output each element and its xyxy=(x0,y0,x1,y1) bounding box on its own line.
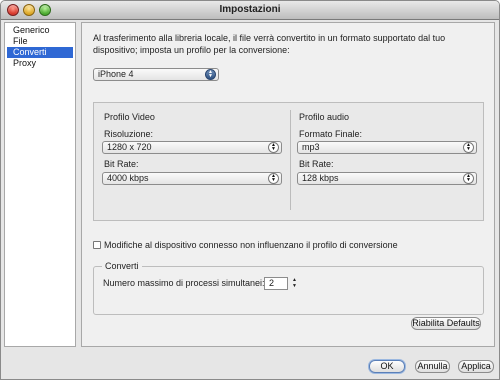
preferences-window: Impostazioni Generico File Converti Prox… xyxy=(0,0,500,380)
select-arrows-icon: ▲ ▼ xyxy=(268,142,279,153)
select-arrows-icon: ▲ ▼ xyxy=(205,69,216,80)
settings-panel: Al trasferimento alla libreria locale, i… xyxy=(81,22,495,347)
audio-profile-heading: Profilo audio xyxy=(299,112,350,122)
sidebar-item-file[interactable]: File xyxy=(7,36,73,47)
device-changes-checkbox[interactable] xyxy=(93,241,101,249)
device-changes-checkbox-label[interactable]: Modifiche al dispositivo connesso non in… xyxy=(104,240,398,250)
sidebar-item-converti[interactable]: Converti xyxy=(7,47,73,58)
sidebar-item-proxy[interactable]: Proxy xyxy=(7,58,73,69)
audio-format-value: mp3 xyxy=(302,142,320,152)
resolution-label: Risoluzione: xyxy=(104,129,154,139)
max-processes-field[interactable]: 2 xyxy=(264,277,288,290)
audio-bitrate-value: 128 kbps xyxy=(302,173,339,183)
convert-group-title: Converti xyxy=(102,261,142,271)
select-arrows-icon: ▲ ▼ xyxy=(268,173,279,184)
select-arrows-icon: ▲ ▼ xyxy=(463,142,474,153)
ok-button[interactable]: OK xyxy=(369,360,405,373)
sidebar: Generico File Converti Proxy xyxy=(4,22,76,347)
apply-button[interactable]: Applica xyxy=(458,360,494,373)
stepper-down-icon[interactable]: ▼ xyxy=(290,283,299,289)
intro-text: Al trasferimento alla libreria locale, i… xyxy=(93,33,446,55)
title-bar[interactable]: Impostazioni xyxy=(1,1,499,20)
convert-group: Converti Numero massimo di processi simu… xyxy=(93,261,484,315)
max-processes-stepper[interactable]: ▲ ▼ xyxy=(290,277,299,290)
video-bitrate-value: 4000 kbps xyxy=(107,173,149,183)
resolution-select[interactable]: 1280 x 720 ▲ ▼ xyxy=(102,141,282,154)
cancel-button[interactable]: Annulla xyxy=(415,360,450,373)
resolution-value: 1280 x 720 xyxy=(107,142,152,152)
video-bitrate-label: Bit Rate: xyxy=(104,159,139,169)
select-arrows-icon: ▲ ▼ xyxy=(463,173,474,184)
audio-bitrate-select[interactable]: 128 kbps ▲ ▼ xyxy=(297,172,477,185)
audio-bitrate-label: Bit Rate: xyxy=(299,159,334,169)
max-processes-label: Numero massimo di processi simultanei: xyxy=(103,278,265,288)
audio-format-select[interactable]: mp3 ▲ ▼ xyxy=(297,141,477,154)
video-bitrate-select[interactable]: 4000 kbps ▲ ▼ xyxy=(102,172,282,185)
device-profile-value: iPhone 4 xyxy=(98,69,134,79)
reset-defaults-button[interactable]: Riabilita Defaults xyxy=(411,317,481,330)
vertical-divider xyxy=(290,110,291,210)
window-title: Impostazioni xyxy=(219,4,281,15)
sidebar-item-generico[interactable]: Generico xyxy=(7,25,73,36)
device-profile-select[interactable]: iPhone 4 ▲ ▼ xyxy=(93,68,219,81)
audio-format-label: Formato Finale: xyxy=(299,129,363,139)
profile-box: Profilo Video Risoluzione: 1280 x 720 ▲ ▼… xyxy=(93,102,484,221)
video-profile-heading: Profilo Video xyxy=(104,112,155,122)
